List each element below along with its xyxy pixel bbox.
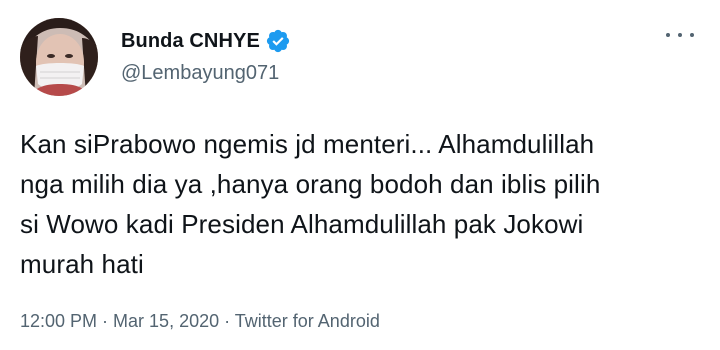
user-handle[interactable]: @Lembayung071 <box>121 62 291 85</box>
avatar[interactable] <box>20 18 98 96</box>
name-row: Bunda CNHYE <box>121 29 291 53</box>
more-dot <box>690 33 694 37</box>
tweet-header: Bunda CNHYE @Lembayung071 <box>121 29 291 85</box>
more-dot <box>678 33 682 37</box>
more-dot <box>666 33 670 37</box>
display-name[interactable]: Bunda CNHYE <box>121 30 260 53</box>
tweet-card: Bunda CNHYE @Lembayung071 Kan siPrabowo … <box>0 0 720 350</box>
more-options-icon[interactable] <box>666 29 694 41</box>
tweet-meta[interactable]: 12:00 PM · Mar 15, 2020 · Twitter for An… <box>20 311 380 332</box>
verified-badge-icon <box>265 28 291 54</box>
tweet-text: Kan siPrabowo ngemis jd menteri... Alham… <box>20 129 601 279</box>
